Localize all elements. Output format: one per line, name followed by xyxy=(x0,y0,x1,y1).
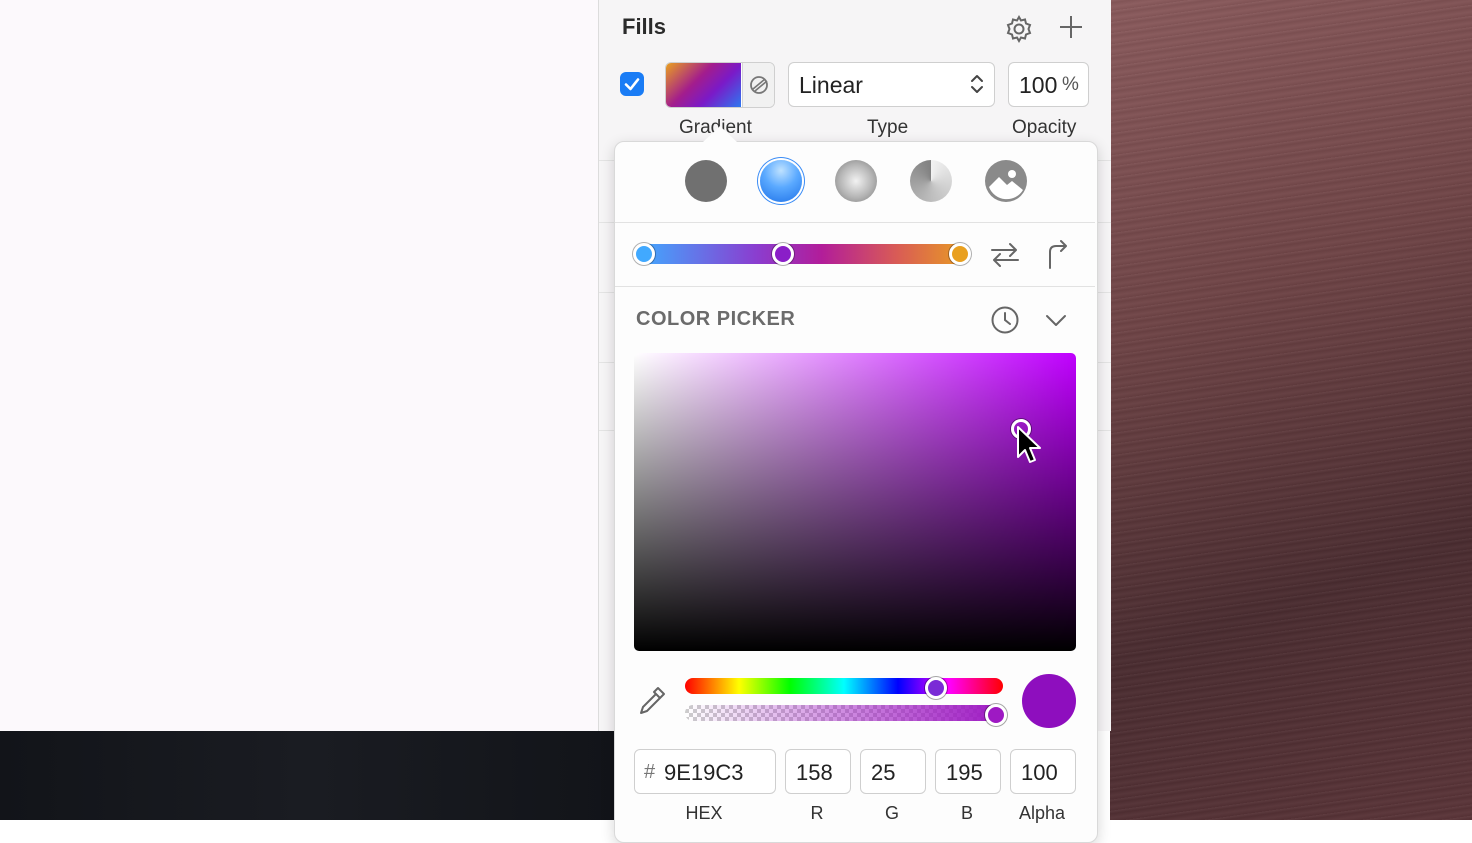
eyedropper-icon[interactable] xyxy=(636,684,668,716)
mouse-cursor-icon xyxy=(1017,426,1041,463)
image-fill-mode-button[interactable] xyxy=(985,160,1027,202)
blue-value: 195 xyxy=(946,760,983,785)
popover-arrow xyxy=(703,126,737,142)
radial-gradient-mode-button[interactable] xyxy=(835,160,877,202)
opacity-value: 100 xyxy=(1019,72,1058,98)
up-down-chevron-icon xyxy=(971,75,983,93)
dark-background-strip xyxy=(0,731,616,820)
red-value: 158 xyxy=(796,760,833,785)
design-canvas[interactable] xyxy=(0,0,598,731)
divider xyxy=(615,222,1095,223)
color-preview-swatch xyxy=(1022,674,1076,728)
gradient-stop-1[interactable] xyxy=(633,243,655,265)
gear-icon[interactable] xyxy=(1004,14,1034,44)
color-picker-title: COLOR PICKER xyxy=(636,308,796,330)
gradient-preview xyxy=(666,63,741,107)
fill-type-value: Linear xyxy=(799,72,863,98)
red-field[interactable]: 158 xyxy=(785,749,851,794)
hex-prefix: # xyxy=(644,761,656,783)
blue-field[interactable]: 195 xyxy=(935,749,1001,794)
alpha-field[interactable]: 100 xyxy=(1010,749,1076,794)
plus-icon xyxy=(1060,16,1082,38)
hue-slider-knob[interactable] xyxy=(925,677,947,699)
green-value: 25 xyxy=(871,760,896,785)
red-label: R xyxy=(810,803,824,823)
alpha-value: 100 xyxy=(1021,760,1058,785)
fill-enabled-checkbox[interactable] xyxy=(620,72,644,96)
chevron-down-icon[interactable] xyxy=(1044,308,1068,332)
hex-field[interactable]: # 9E19C3 xyxy=(634,749,776,794)
hex-label: HEX xyxy=(685,803,723,823)
green-field[interactable]: 25 xyxy=(860,749,926,794)
desktop-wallpaper xyxy=(1110,0,1472,820)
saturation-brightness-field[interactable] xyxy=(634,353,1076,651)
blue-label: B xyxy=(960,803,973,823)
color-variable-button[interactable] xyxy=(742,63,774,107)
gradient-stops-bar[interactable] xyxy=(640,244,970,264)
clock-icon[interactable] xyxy=(990,305,1020,335)
hue-slider[interactable] xyxy=(685,678,1003,694)
fill-color-swatch[interactable] xyxy=(665,62,775,108)
image-icon xyxy=(986,161,1026,201)
opacity-field[interactable]: 100 % xyxy=(1008,62,1089,107)
divider xyxy=(615,286,1095,287)
alpha-slider-knob[interactable] xyxy=(985,704,1007,726)
hex-value: 9E19C3 xyxy=(664,760,744,785)
swap-arrows-icon[interactable] xyxy=(988,240,1022,270)
gradient-stop-2-selected[interactable] xyxy=(772,243,794,265)
fills-title: Fills xyxy=(622,14,667,39)
fill-type-select[interactable]: Linear xyxy=(788,62,995,107)
type-label: Type xyxy=(867,117,909,138)
opacity-label: Opacity xyxy=(1012,117,1077,138)
solid-fill-mode-button[interactable] xyxy=(685,160,727,202)
detach-color-icon xyxy=(750,76,768,94)
green-label: G xyxy=(884,803,899,823)
linear-gradient-mode-button[interactable] xyxy=(760,160,802,202)
rotate-gradient-icon[interactable] xyxy=(1044,238,1074,272)
opacity-unit: % xyxy=(1062,74,1079,95)
alpha-slider[interactable] xyxy=(685,705,1003,721)
gradient-stop-3[interactable] xyxy=(949,243,971,265)
checkmark-icon xyxy=(624,78,640,91)
add-fill-button[interactable] xyxy=(1057,13,1085,43)
alpha-label: Alpha xyxy=(1018,803,1066,823)
angular-gradient-mode-button[interactable] xyxy=(910,160,952,202)
